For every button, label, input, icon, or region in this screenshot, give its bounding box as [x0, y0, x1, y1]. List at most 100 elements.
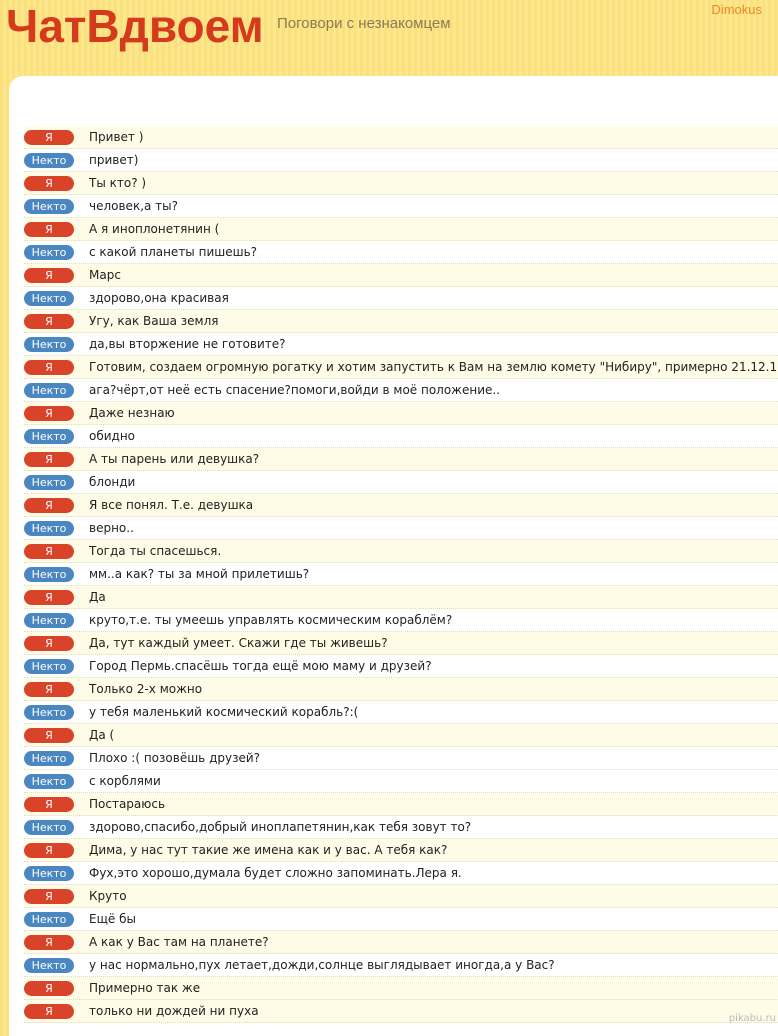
- sender-badge-stranger: Некто: [24, 705, 74, 720]
- chat-message-row: Я Готовим, создаем огромную рогатку и хот…: [24, 356, 778, 379]
- message-text: Город Пермь.спасёшь тогда ещё мою маму и…: [89, 659, 432, 673]
- chat-message-row: Некто Плохо :( позовёшь друзей?: [24, 747, 778, 770]
- message-text: привет): [89, 153, 139, 167]
- sender-badge-stranger: Некто: [24, 429, 74, 444]
- chat-message-row: Некто обидно: [24, 425, 778, 448]
- message-text: у нас нормально,пух летает,дожди,солнце …: [89, 958, 555, 972]
- sender-badge-me: Я: [24, 590, 74, 605]
- sender-badge-stranger: Некто: [24, 751, 74, 766]
- chat-log: Я Привет ) Некто привет) Я Ты кто? ) Некто чело…: [24, 126, 778, 1023]
- sender-badge-stranger: Некто: [24, 475, 74, 490]
- message-text: Ещё бы: [89, 912, 136, 926]
- sender-badge-me: Я: [24, 843, 74, 858]
- chat-message-row: Некто мм..а как? ты за мной прилетишь?: [24, 563, 778, 586]
- message-text: А я иноплонетянин (: [89, 222, 220, 236]
- sender-badge-me: Я: [24, 130, 74, 145]
- message-text: Примерно так же: [89, 981, 201, 995]
- message-text: Только 2-х можно: [89, 682, 203, 696]
- chat-message-row: Я Ты кто? ): [24, 172, 778, 195]
- sender-badge-stranger: Некто: [24, 774, 74, 789]
- message-text: с корблями: [89, 774, 161, 788]
- chat-message-row: Я Постараюсь: [24, 793, 778, 816]
- sender-badge-me: Я: [24, 406, 74, 421]
- chat-message-row: Я Тогда ты спасешься.: [24, 540, 778, 563]
- sender-badge-me: Я: [24, 728, 74, 743]
- site-header: ЧатВдвоем Поговори с незнакомцем Dimokus: [0, 0, 778, 78]
- message-text: Круто: [89, 889, 127, 903]
- chat-message-row: Я Примерно так же: [24, 977, 778, 1000]
- sender-badge-me: Я: [24, 176, 74, 191]
- sender-badge-stranger: Некто: [24, 153, 74, 168]
- chat-message-row: Некто здорово,спасибо,добрый иноплапетяни…: [24, 816, 778, 839]
- message-text: Марс: [89, 268, 121, 282]
- message-text: обидно: [89, 429, 136, 443]
- sender-badge-me: Я: [24, 682, 74, 697]
- message-text: Фух,это хорошо,думала будет сложно запом…: [89, 866, 462, 880]
- sender-badge-stranger: Некто: [24, 958, 74, 973]
- chat-message-row: Я А ты парень или девушка?: [24, 448, 778, 471]
- chat-message-row: Некто с корблями: [24, 770, 778, 793]
- sender-badge-stranger: Некто: [24, 291, 74, 306]
- sender-badge-me: Я: [24, 314, 74, 329]
- message-text: Да: [89, 590, 106, 604]
- sender-badge-me: Я: [24, 935, 74, 950]
- message-text: с какой планеты пишешь?: [89, 245, 258, 259]
- sender-badge-stranger: Некто: [24, 820, 74, 835]
- sender-badge-stranger: Некто: [24, 912, 74, 927]
- message-text: здорово,она красивая: [89, 291, 229, 305]
- chat-message-row: Я Привет ): [24, 126, 778, 149]
- message-text: человек,а ты?: [89, 199, 179, 213]
- chat-message-row: Ятолько ни дождей ни пуха: [24, 1000, 778, 1023]
- message-text: верно..: [89, 521, 134, 535]
- chat-message-row: Некто да,вы вторжение не готовите?: [24, 333, 778, 356]
- chat-message-row: Некто с какой планеты пишешь?: [24, 241, 778, 264]
- sender-badge-stranger: Некто: [24, 199, 74, 214]
- chat-message-row: Я Угу, как Ваша земля: [24, 310, 778, 333]
- sender-badge-me: Я: [24, 360, 74, 375]
- chat-message-row: Я Да (: [24, 724, 778, 747]
- sender-badge-stranger: Некто: [24, 567, 74, 582]
- sender-badge-me: Я: [24, 889, 74, 904]
- chat-message-row: Я Круто: [24, 885, 778, 908]
- sender-badge-stranger: Некто: [24, 337, 74, 352]
- message-text: Даже незнаю: [89, 406, 175, 420]
- user-profile-link[interactable]: Dimokus: [711, 2, 762, 17]
- sender-badge-me: Я: [24, 544, 74, 559]
- chat-message-row: Некто круто,т.е. ты умеешь управлять косм…: [24, 609, 778, 632]
- chat-message-row: Я Только 2-х можно: [24, 678, 778, 701]
- message-text: Да, тут каждый умеет. Скажи где ты живеш…: [89, 636, 388, 650]
- message-text: Ты кто? ): [89, 176, 147, 190]
- sender-badge-me: Я: [24, 981, 74, 996]
- message-text: Тогда ты спасешься.: [89, 544, 222, 558]
- message-text: Постараюсь: [89, 797, 166, 811]
- sender-badge-me: Я: [24, 797, 74, 812]
- sender-badge-stranger: Некто: [24, 245, 74, 260]
- message-text: Да (: [89, 728, 115, 742]
- sender-badge-me: Я: [24, 498, 74, 513]
- chat-message-row: Некто Ещё бы: [24, 908, 778, 931]
- chat-message-row: Я Я все понял. Т.е. девушка: [24, 494, 778, 517]
- chat-message-row: Некто верно..: [24, 517, 778, 540]
- chat-message-row: Некто Город Пермь.спасёшь тогда ещё мою м…: [24, 655, 778, 678]
- message-text: здорово,спасибо,добрый иноплапетянин,как…: [89, 820, 472, 834]
- message-text: А ты парень или девушка?: [89, 452, 260, 466]
- chat-message-row: Некто здорово,она красивая: [24, 287, 778, 310]
- message-text: да,вы вторжение не готовите?: [89, 337, 286, 351]
- chat-message-row: Я Марс: [24, 264, 778, 287]
- chat-message-row: Некто человек,а ты?: [24, 195, 778, 218]
- site-logo[interactable]: ЧатВдвоем: [6, 0, 264, 56]
- message-text: Плохо :( позовёшь друзей?: [89, 751, 261, 765]
- chat-message-row: Я А я иноплонетянин (: [24, 218, 778, 241]
- message-text: только ни дождей ни пуха: [89, 1004, 259, 1018]
- message-text: у тебя маленький космический корабль?:(: [89, 705, 359, 719]
- chat-message-row: Некто у тебя маленький космический корабл…: [24, 701, 778, 724]
- sender-badge-me: Я: [24, 268, 74, 283]
- message-text: ага?чёрт,от неё есть спасение?помоги,вой…: [89, 383, 501, 397]
- sender-badge-me: Я: [24, 452, 74, 467]
- message-text: А как у Вас там на планете?: [89, 935, 269, 949]
- message-text: Я все понял. Т.е. девушка: [89, 498, 254, 512]
- message-text: блонди: [89, 475, 136, 489]
- sender-badge-stranger: Некто: [24, 613, 74, 628]
- message-text: Дима, у нас тут такие же имена как и у в…: [89, 843, 448, 857]
- site-tagline: Поговори с незнакомцем: [277, 15, 451, 32]
